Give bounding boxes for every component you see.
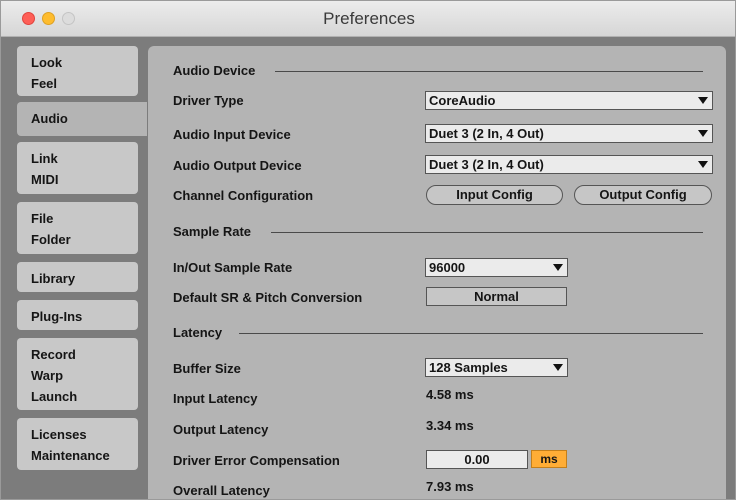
section-heading-audio-device: Audio Device [173,63,256,78]
tab-label-line: Plug-Ins [31,309,83,324]
tab-label-line: Launch [31,389,78,404]
tab-label-line: Licenses [31,427,87,442]
tab-label-line: Look [31,55,63,70]
tab-label-line: Maintenance [31,448,110,463]
audio-input-device-value: Duet 3 (2 In, 4 Out) [429,126,544,141]
tab-record-warp-launch[interactable]: Record Warp Launch [17,338,138,410]
driver-type-value: CoreAudio [429,93,496,108]
tab-label-line: Record [31,347,76,362]
dropdown-arrow-icon [553,264,563,271]
tab-label-line: Folder [31,232,71,247]
driver-error-compensation-field[interactable]: 0.00 [426,450,528,469]
dropdown-arrow-icon [553,364,563,371]
channel-configuration-label: Channel Configuration [173,188,314,203]
tab-plug-ins[interactable]: Plug-Ins [17,300,138,330]
driver-type-dropdown[interactable]: CoreAudio [425,91,713,110]
section-heading-latency: Latency [173,325,223,340]
section-heading-sample-rate: Sample Rate [173,224,252,239]
tab-label-line: Link [31,151,58,166]
overall-latency-label: Overall Latency [173,483,270,498]
tab-library[interactable]: Library [17,262,138,292]
tab-label-line: Feel [31,76,58,91]
output-latency-value: 3.34 ms [426,418,474,433]
default-sr-pitch-chooser[interactable]: Normal [426,287,567,306]
tab-look-feel[interactable]: Look Feel [17,46,138,96]
tab-label-line: Audio [31,111,68,126]
tab-label-line: MIDI [31,172,59,187]
tab-audio[interactable]: Audio [17,102,147,136]
input-latency-value: 4.58 ms [426,387,474,402]
input-config-button[interactable]: Input Config [426,185,563,205]
overall-latency-value: 7.93 ms [426,479,474,494]
tab-label-line: Library [31,271,76,286]
output-latency-label: Output Latency [173,422,269,437]
buffer-size-label: Buffer Size [173,361,241,376]
tab-label-line: File [31,211,54,226]
in-out-sample-rate-label: In/Out Sample Rate [173,260,293,275]
audio-input-device-label: Audio Input Device [173,127,291,142]
dropdown-arrow-icon [698,97,708,104]
tab-file-folder[interactable]: File Folder [17,202,138,254]
in-out-sample-rate-dropdown[interactable]: 96000 [425,258,568,277]
tab-label-line: Warp [31,368,64,383]
audio-output-device-dropdown[interactable]: Duet 3 (2 In, 4 Out) [425,155,713,174]
in-out-sample-rate-value: 96000 [429,260,466,275]
driver-error-compensation-label: Driver Error Compensation [173,453,340,468]
dropdown-arrow-icon [698,130,708,137]
section-divider [275,71,703,72]
window-title: Preferences [323,9,415,28]
title-bar[interactable]: Preferences [1,1,735,37]
driver-error-unit-badge: ms [531,450,567,468]
dropdown-arrow-icon [698,161,708,168]
audio-output-device-value: Duet 3 (2 In, 4 Out) [429,157,544,172]
preferences-window: Preferences Look Feel Audio Link MIDI Fi… [0,0,736,500]
output-config-button[interactable]: Output Config [574,185,712,205]
audio-input-device-dropdown[interactable]: Duet 3 (2 In, 4 Out) [425,124,713,143]
section-divider [239,333,703,334]
input-latency-label: Input Latency [173,391,258,406]
tab-licenses-maintenance[interactable]: Licenses Maintenance [17,418,138,470]
default-sr-pitch-label: Default SR & Pitch Conversion [173,290,363,305]
driver-type-label: Driver Type [173,93,244,108]
section-divider [271,232,703,233]
buffer-size-dropdown[interactable]: 128 Samples [425,358,568,377]
audio-output-device-label: Audio Output Device [173,158,302,173]
tab-link-midi[interactable]: Link MIDI [17,142,138,194]
buffer-size-value: 128 Samples [429,360,508,375]
